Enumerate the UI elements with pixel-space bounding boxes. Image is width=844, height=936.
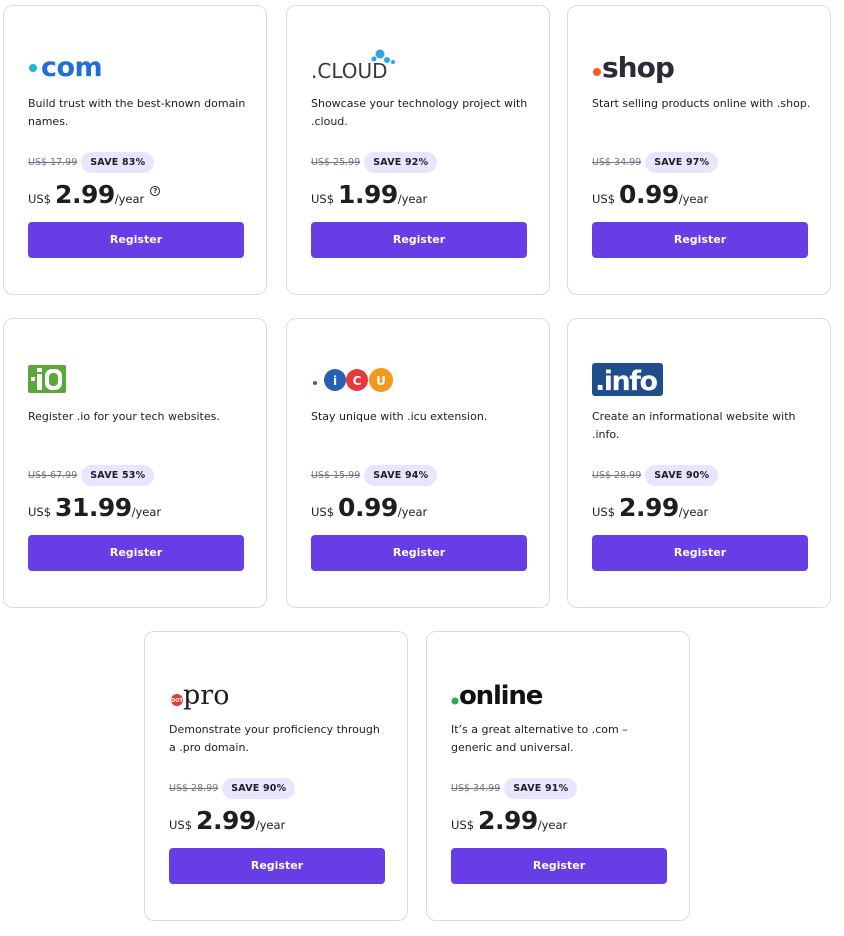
currency: US$: [311, 505, 335, 519]
domain-card-shop: shop Start selling products online with …: [567, 5, 831, 295]
save-badge: SAVE 53%: [81, 464, 155, 486]
old-price: US$ 25.99: [311, 156, 361, 168]
old-price: US$ 28.99: [592, 469, 642, 481]
register-button[interactable]: Register: [592, 222, 808, 258]
svg-text:online: online: [459, 681, 543, 710]
discount-row: US$ 34.99 SAVE 91%: [451, 776, 578, 800]
dot-io-logo: [28, 359, 68, 399]
domain-description: Demonstrate your proficiency through a .…: [169, 723, 380, 754]
svg-text:U: U: [376, 374, 386, 388]
dot-shop-logo: shop: [592, 46, 684, 86]
currency: US$: [311, 192, 335, 206]
discount-row: US$ 17.99 SAVE 83%: [28, 150, 155, 174]
price: 2.99: [619, 493, 679, 522]
period: /year: [678, 505, 709, 519]
old-price: US$ 34.99: [592, 156, 642, 168]
domain-description: Build trust with the best-known domain n…: [28, 97, 246, 128]
domain-card-io: Register .io for your tech websites. US$…: [3, 318, 267, 608]
dot-info-logo: .info: [592, 359, 664, 399]
price-row: US$ 0.99 /year: [592, 180, 708, 216]
price-row: US$ 2.99 /year: [592, 493, 708, 529]
currency: US$: [451, 818, 475, 832]
domain-card-pro: DOT pro Demonstrate your proficiency thr…: [144, 631, 408, 921]
dot-cloud-logo: .CLOUD: [311, 46, 403, 86]
register-button[interactable]: Register: [311, 535, 527, 571]
price: 31.99: [55, 493, 132, 522]
old-price: US$ 67.99: [28, 469, 78, 481]
domain-description: Register .io for your tech websites.: [28, 410, 220, 423]
period: /year: [131, 505, 162, 519]
domain-card-com: com Build trust with the best-known doma…: [3, 5, 267, 295]
save-badge: SAVE 90%: [645, 464, 719, 486]
currency: US$: [169, 818, 193, 832]
price: 0.99: [619, 180, 679, 209]
register-button[interactable]: Register: [28, 222, 244, 258]
save-badge: SAVE 83%: [81, 151, 155, 173]
currency: US$: [28, 505, 52, 519]
old-price: US$ 28.99: [169, 782, 219, 794]
price: 2.99: [196, 806, 256, 835]
dot-online-logo: online: [451, 672, 551, 712]
svg-text:pro: pro: [183, 680, 229, 710]
price-row: US$ 2.99 /year: [451, 806, 567, 842]
discount-row: US$ 28.99 SAVE 90%: [592, 463, 719, 487]
price: 2.99: [55, 180, 115, 209]
domain-description: Stay unique with .icu extension.: [311, 410, 488, 423]
discount-row: US$ 28.99 SAVE 90%: [169, 776, 296, 800]
save-badge: SAVE 92%: [364, 151, 438, 173]
register-button[interactable]: Register: [28, 535, 244, 571]
price-row: US$ 31.99 /year: [28, 493, 161, 529]
svg-text:shop: shop: [602, 51, 674, 84]
save-badge: SAVE 91%: [504, 777, 578, 799]
old-price: US$ 34.99: [451, 782, 501, 794]
currency: US$: [592, 192, 616, 206]
domain-description: Start selling products online with .shop…: [592, 97, 811, 110]
svg-text:DOT: DOT: [171, 698, 183, 704]
dot-com-logo: com: [28, 46, 120, 86]
period: /year: [114, 192, 145, 206]
period: /year: [678, 192, 709, 206]
save-badge: SAVE 94%: [364, 464, 438, 486]
period: /year: [537, 818, 568, 832]
register-button[interactable]: Register: [169, 848, 385, 884]
save-badge: SAVE 90%: [222, 777, 296, 799]
price: 2.99: [478, 806, 538, 835]
register-button[interactable]: Register: [451, 848, 667, 884]
svg-text:i: i: [333, 374, 337, 388]
price-row: US$ 1.99 /year: [311, 180, 427, 216]
save-badge: SAVE 97%: [645, 151, 719, 173]
domain-description: Create an informational website with .in…: [592, 410, 796, 441]
discount-row: US$ 67.99 SAVE 53%: [28, 463, 155, 487]
price-row: US$ 2.99 /year: [169, 806, 285, 842]
help-icon[interactable]: ?: [150, 186, 161, 196]
old-price: US$ 15.99: [311, 469, 361, 481]
svg-text:.info: .info: [595, 366, 657, 397]
register-button[interactable]: Register: [592, 535, 808, 571]
domain-description: It’s a great alternative to .com – gener…: [451, 723, 628, 754]
svg-text:com: com: [41, 52, 102, 81]
domain-description: Showcase your technology project with .c…: [311, 97, 528, 128]
dot-icu-logo: i C U: [311, 359, 403, 399]
svg-text:.CLOUD: .CLOUD: [311, 59, 388, 83]
discount-row: US$ 25.99 SAVE 92%: [311, 150, 438, 174]
price: 1.99: [338, 180, 398, 209]
currency: US$: [592, 505, 616, 519]
svg-text:C: C: [353, 374, 362, 388]
domain-card-cloud: .CLOUD Showcase your technology project …: [286, 5, 550, 295]
period: /year: [255, 818, 286, 832]
price: 0.99: [338, 493, 398, 522]
domain-card-info: .info Create an informational website wi…: [567, 318, 831, 608]
period: /year: [397, 192, 428, 206]
price-row: US$ 2.99 /year ?: [28, 180, 161, 216]
domain-card-online: online It’s a great alternative to .com …: [426, 631, 690, 921]
period: /year: [397, 505, 428, 519]
register-button[interactable]: Register: [311, 222, 527, 258]
domain-card-icu: i C U Stay unique with .icu extension. U…: [286, 318, 550, 608]
dot-pro-logo: DOT pro: [169, 672, 241, 712]
discount-row: US$ 15.99 SAVE 94%: [311, 463, 438, 487]
currency: US$: [28, 192, 52, 206]
old-price: US$ 17.99: [28, 156, 78, 168]
discount-row: US$ 34.99 SAVE 97%: [592, 150, 719, 174]
price-row: US$ 0.99 /year: [311, 493, 427, 529]
